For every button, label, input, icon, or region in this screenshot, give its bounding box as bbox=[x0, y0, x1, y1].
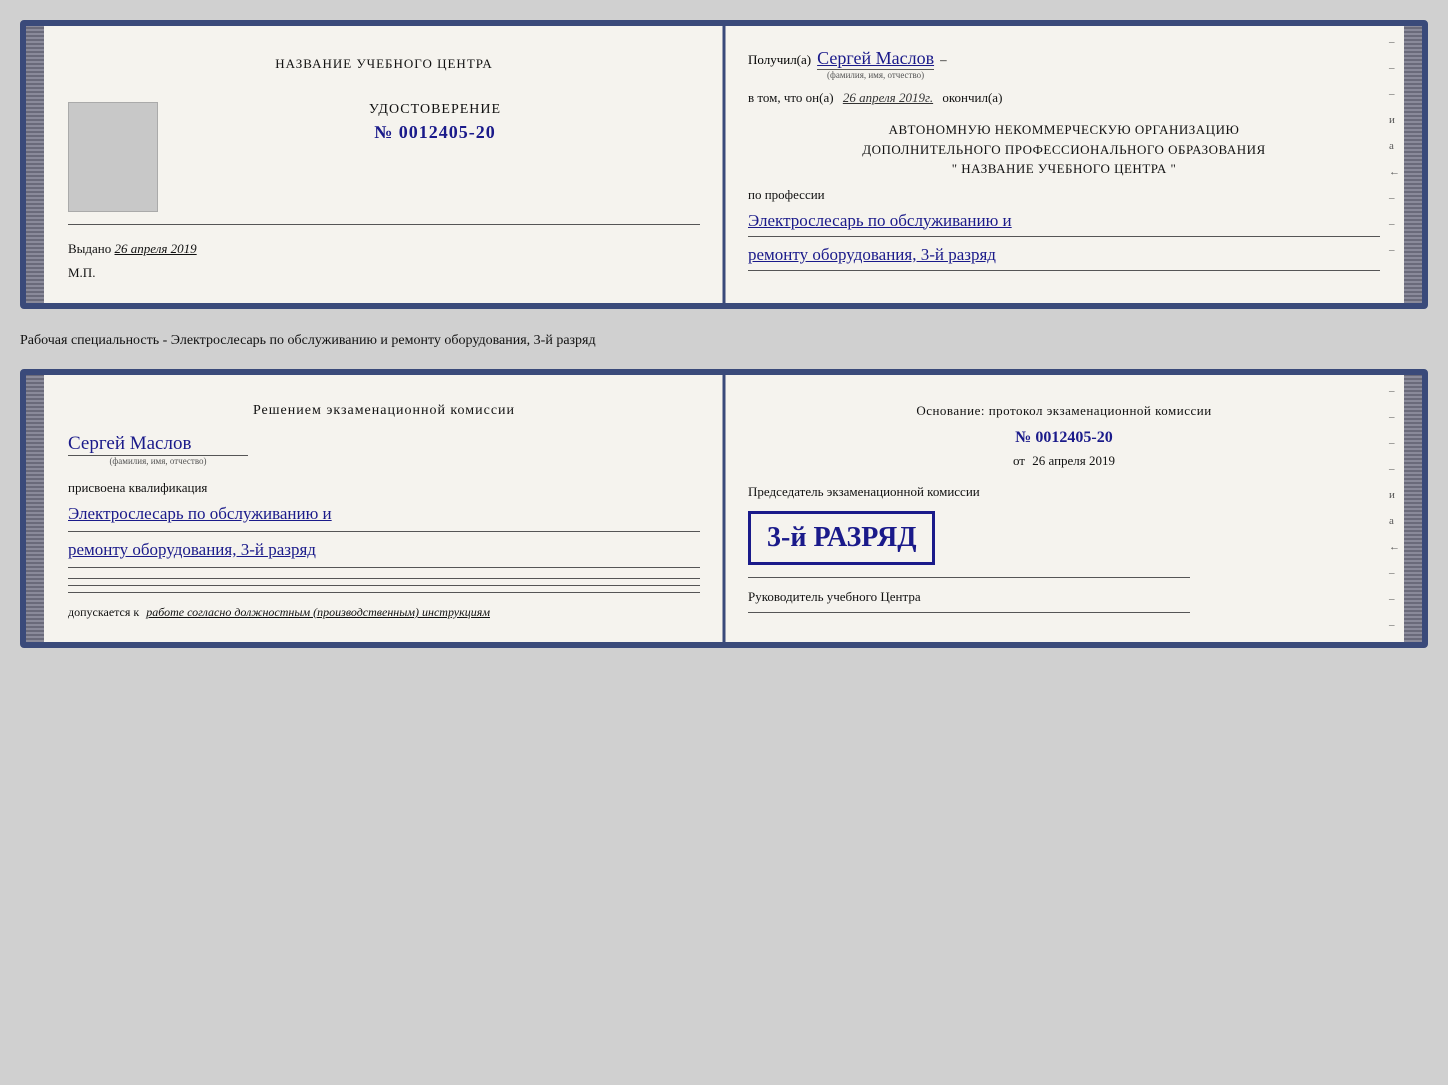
bottom-card-left: Решением экзаменационной комиссии Сергей… bbox=[44, 375, 724, 642]
org-line2: ДОПОЛНИТЕЛЬНОГО ПРОФЕССИОНАЛЬНОГО ОБРАЗО… bbox=[748, 140, 1380, 160]
okончil: окончил(а) bbox=[942, 90, 1002, 105]
prof-label: по профессии bbox=[748, 187, 1380, 203]
top-card-right: Получил(а) Сергей Маслов (фамилия, имя, … bbox=[724, 26, 1404, 303]
cert-divider-line bbox=[68, 224, 700, 225]
protocol-date-value: 26 апреля 2019 bbox=[1032, 453, 1115, 468]
bottom-certificate-card: Решением экзаменационной комиссии Сергей… bbox=[20, 369, 1428, 648]
right-spine-bottom bbox=[1404, 375, 1422, 642]
cert-number-block: УДОСТОВЕРЕНИЕ № 0012405-20 bbox=[170, 102, 700, 143]
rukovoditel-label: Руководитель учебного Центра bbox=[748, 588, 1380, 606]
top-certificate-card: НАЗВАНИЕ УЧЕБНОГО ЦЕНТРА УДОСТОВЕРЕНИЕ №… bbox=[20, 20, 1428, 309]
received-name: Сергей Маслов bbox=[817, 48, 934, 69]
cert-issued-block: Выдано 26 апреля 2019 bbox=[68, 241, 700, 257]
cert-label: УДОСТОВЕРЕНИЕ bbox=[369, 102, 501, 118]
sig-line-3 bbox=[68, 592, 700, 593]
protocol-date-prefix: от bbox=[1013, 453, 1025, 468]
chairman-sig-line bbox=[748, 577, 1190, 578]
bottom-sig-lines bbox=[68, 578, 700, 593]
cert-center-block: УДОСТОВЕРЕНИЕ № 0012405-20 bbox=[68, 102, 700, 212]
received-row: Получил(а) Сергей Маслов (фамилия, имя, … bbox=[748, 48, 1380, 80]
prof-value2: ремонту оборудования, 3-й разряд bbox=[748, 245, 996, 264]
right-spine-top bbox=[1404, 26, 1422, 303]
prof-value: Электрослесарь по обслуживанию и bbox=[748, 211, 1012, 230]
rukovoditel-sig-line bbox=[748, 612, 1190, 613]
left-spine-bottom bbox=[26, 375, 44, 642]
decision-name-block: Сергей Маслов (фамилия, имя, отчество) bbox=[68, 433, 248, 466]
received-prefix: Получил(а) bbox=[748, 52, 811, 68]
top-card-left: НАЗВАНИЕ УЧЕБНОГО ЦЕНТРА УДОСТОВЕРЕНИЕ №… bbox=[44, 26, 724, 303]
org-line1: АВТОНОМНУЮ НЕКОММЕРЧЕСКУЮ ОРГАНИЗАЦИЮ bbox=[748, 120, 1380, 140]
in-that-date: 26 апреля 2019г. bbox=[843, 90, 933, 105]
protocol-number: № 0012405-20 bbox=[748, 429, 1380, 447]
assigned-value: Электрослесарь по обслуживанию и bbox=[68, 504, 332, 523]
protocol-date: от 26 апреля 2019 bbox=[748, 453, 1380, 469]
allowed-block: допускается к работе согласно должностны… bbox=[68, 605, 700, 620]
issued-date: 26 апреля 2019 bbox=[115, 241, 197, 256]
allowed-value: работе согласно должностным (производств… bbox=[146, 605, 490, 619]
stamp-box: 3-й РАЗРЯД bbox=[748, 511, 935, 565]
cert-number: № 0012405-20 bbox=[374, 122, 496, 143]
left-spine-top bbox=[26, 26, 44, 303]
dash-separator: – bbox=[940, 52, 947, 68]
bottom-card-right: Основание: протокол экзаменационной коми… bbox=[724, 375, 1404, 642]
sig-line-2 bbox=[68, 585, 700, 586]
name-subtitle-bottom: (фамилия, имя, отчество) bbox=[68, 455, 248, 466]
decision-title: Решением экзаменационной комиссии bbox=[68, 403, 700, 419]
chairman-label: Председатель экзаменационной комиссии bbox=[748, 483, 1380, 501]
right-dashes-bottom: – – – – и а ← – – – bbox=[1389, 385, 1400, 631]
assigned-value2: ремонту оборудования, 3-й разряд bbox=[68, 540, 316, 559]
issued-label: Выдано bbox=[68, 241, 111, 256]
assigned-label: присвоена квалификация bbox=[68, 480, 700, 496]
in-that-prefix: в том, что он(а) bbox=[748, 90, 834, 105]
org-line3: " НАЗВАНИЕ УЧЕБНОГО ЦЕНТРА " bbox=[748, 159, 1380, 179]
basis-title: Основание: протокол экзаменационной коми… bbox=[748, 403, 1380, 419]
name-subtitle-top: (фамилия, имя, отчество) bbox=[817, 69, 934, 80]
sig-line-1 bbox=[68, 578, 700, 579]
decision-name: Сергей Маслов bbox=[68, 433, 191, 455]
in-that-row: в том, что он(а) 26 апреля 2019г. окончи… bbox=[748, 90, 1380, 106]
allowed-prefix: допускается к bbox=[68, 605, 139, 619]
photo-placeholder bbox=[68, 102, 158, 212]
between-label: Рабочая специальность - Электрослесарь п… bbox=[20, 327, 1428, 351]
right-dashes-top: – – – и а ← – – – bbox=[1389, 36, 1400, 256]
mp-label: М.П. bbox=[68, 265, 700, 281]
org-block: АВТОНОМНУЮ НЕКОММЕРЧЕСКУЮ ОРГАНИЗАЦИЮ ДО… bbox=[748, 120, 1380, 179]
center-title: НАЗВАНИЕ УЧЕБНОГО ЦЕНТРА bbox=[68, 56, 700, 72]
stamp-text-large: 3-й РАЗРЯД bbox=[767, 522, 916, 554]
